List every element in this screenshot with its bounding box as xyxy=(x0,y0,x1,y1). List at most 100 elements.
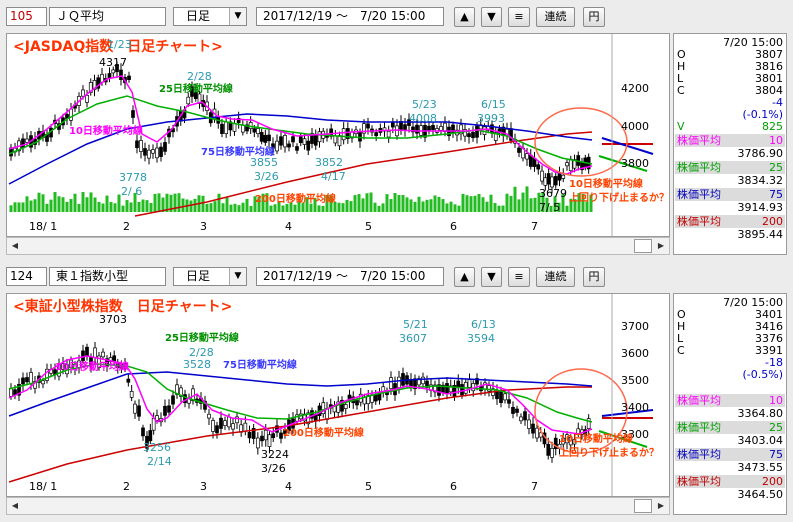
candle-body xyxy=(243,422,248,432)
volume-bar xyxy=(505,193,509,212)
stock-name-field[interactable]: ＪＱ平均 xyxy=(49,7,166,26)
up-button[interactable]: ▲ xyxy=(454,7,475,27)
candle-body xyxy=(467,133,471,138)
volume-bar xyxy=(341,203,345,212)
candle-body xyxy=(531,423,535,434)
ma-value: 3914.93 xyxy=(737,201,784,214)
candle-body xyxy=(279,136,283,146)
volume-bar xyxy=(445,203,449,212)
month-label: 5 xyxy=(365,480,372,493)
volume-bar xyxy=(241,202,245,212)
ma-period: 200 xyxy=(762,475,783,488)
yen-button[interactable]: 円 xyxy=(583,267,605,287)
candlestick-chart[interactable]: 3700 3600 3500 3400 3300 18/ 1 2 3 4 5 6… xyxy=(6,293,670,497)
candle-body xyxy=(232,123,237,132)
volume-bar xyxy=(509,195,513,212)
scroll-thumb[interactable] xyxy=(634,239,652,253)
volume-bar xyxy=(393,193,397,212)
chevron-down-icon[interactable]: ▼ xyxy=(229,8,246,25)
candlestick-chart[interactable]: 4200 4000 3800 18/ 1 2 3 4 5 6 7 <JASDAQ… xyxy=(6,33,670,237)
low-b-date: 3/26 xyxy=(254,170,279,183)
scroll-thumb[interactable] xyxy=(634,499,652,513)
horizontal-scrollbar[interactable]: ◀ ▶ xyxy=(6,497,670,515)
scroll-left-icon[interactable]: ◀ xyxy=(7,238,23,254)
volume-bar xyxy=(465,195,469,212)
volume-bar xyxy=(373,202,377,212)
down-button[interactable]: ▼ xyxy=(481,267,502,287)
candle-body xyxy=(219,417,223,429)
volume-bar xyxy=(517,199,521,212)
month-label: 3 xyxy=(200,220,207,233)
down-button[interactable]: ▼ xyxy=(481,7,502,27)
may21-date: 5/21 xyxy=(403,318,428,331)
candle-body xyxy=(550,448,554,458)
volume-bar xyxy=(229,204,233,212)
candle-body xyxy=(85,95,89,103)
continuous-button[interactable]: 連続 xyxy=(536,267,575,287)
volume-bar xyxy=(125,200,129,212)
scroll-right-icon[interactable]: ▶ xyxy=(653,498,669,514)
candle-body xyxy=(223,420,227,426)
stock-name-field[interactable]: 東１指数小型 xyxy=(49,267,166,286)
chevron-down-icon[interactable]: ▼ xyxy=(229,268,246,285)
up-arrow-icon: ▲ xyxy=(460,270,469,283)
stock-code-input[interactable]: 105 xyxy=(6,7,47,26)
volume-bar xyxy=(521,192,525,212)
candle-body xyxy=(503,393,507,401)
candle-body xyxy=(21,377,25,385)
candle-body xyxy=(111,69,116,74)
candle-body xyxy=(143,148,147,156)
volume-bar xyxy=(181,198,185,212)
candle-body xyxy=(247,432,252,439)
volume-bar xyxy=(425,199,429,212)
volume-bar xyxy=(269,205,273,212)
candle-body xyxy=(135,140,139,149)
horizontal-scrollbar[interactable]: ◀ ▶ xyxy=(6,237,670,255)
candle-body xyxy=(227,416,231,428)
continuous-button[interactable]: 連続 xyxy=(536,7,575,27)
month-label: 2 xyxy=(123,220,130,233)
ma-label: 株価平均 xyxy=(677,421,721,434)
scroll-right-icon[interactable]: ▶ xyxy=(653,238,669,254)
menu-button[interactable]: ≡ xyxy=(508,7,530,27)
candle-body xyxy=(374,132,379,137)
period-select[interactable]: 日足 ▼ xyxy=(173,267,247,286)
candle-body xyxy=(252,128,257,133)
volume-bar xyxy=(13,202,17,212)
volume-bar xyxy=(49,199,53,212)
menu-button[interactable]: ≡ xyxy=(508,267,530,287)
candle-body xyxy=(167,405,171,413)
peak-value-label: 3703 xyxy=(99,313,127,326)
down-arrow-icon: ▼ xyxy=(487,10,496,23)
ma-period: 10 xyxy=(769,134,783,147)
period-select[interactable]: 日足 ▼ xyxy=(173,7,247,26)
ma-value: 3464.50 xyxy=(737,488,784,501)
ma-label: 株価平均 xyxy=(677,448,721,461)
candle-body xyxy=(373,394,378,402)
price-axis-label-3600: 3600 xyxy=(621,347,649,360)
stock-code-input[interactable]: 124 xyxy=(6,267,47,286)
volume-bar xyxy=(9,205,13,212)
candle-body xyxy=(499,390,503,404)
scroll-left-icon[interactable]: ◀ xyxy=(7,498,23,514)
down-arrow-icon: ▼ xyxy=(487,270,496,283)
candle-body xyxy=(287,143,291,148)
candle-body xyxy=(386,130,391,138)
candle-body xyxy=(283,135,287,148)
low-c-date: 4/17 xyxy=(321,170,346,183)
note-line-2: 上回り下げ止まるか？ xyxy=(569,191,669,204)
volume-bar xyxy=(405,197,409,212)
change-percent: (-0.5%) xyxy=(742,368,784,381)
candle-body xyxy=(159,146,163,157)
volume-bar xyxy=(461,193,465,212)
volume-bar xyxy=(481,197,485,212)
candle-body xyxy=(517,147,521,153)
candle-body xyxy=(41,380,45,385)
volume-bar xyxy=(177,193,181,212)
volume-bar xyxy=(149,203,153,212)
yen-button[interactable]: 円 xyxy=(583,7,605,27)
volume-bar xyxy=(389,199,393,212)
candle-body xyxy=(519,416,523,422)
up-button[interactable]: ▲ xyxy=(454,267,475,287)
volume-bar xyxy=(409,199,413,212)
